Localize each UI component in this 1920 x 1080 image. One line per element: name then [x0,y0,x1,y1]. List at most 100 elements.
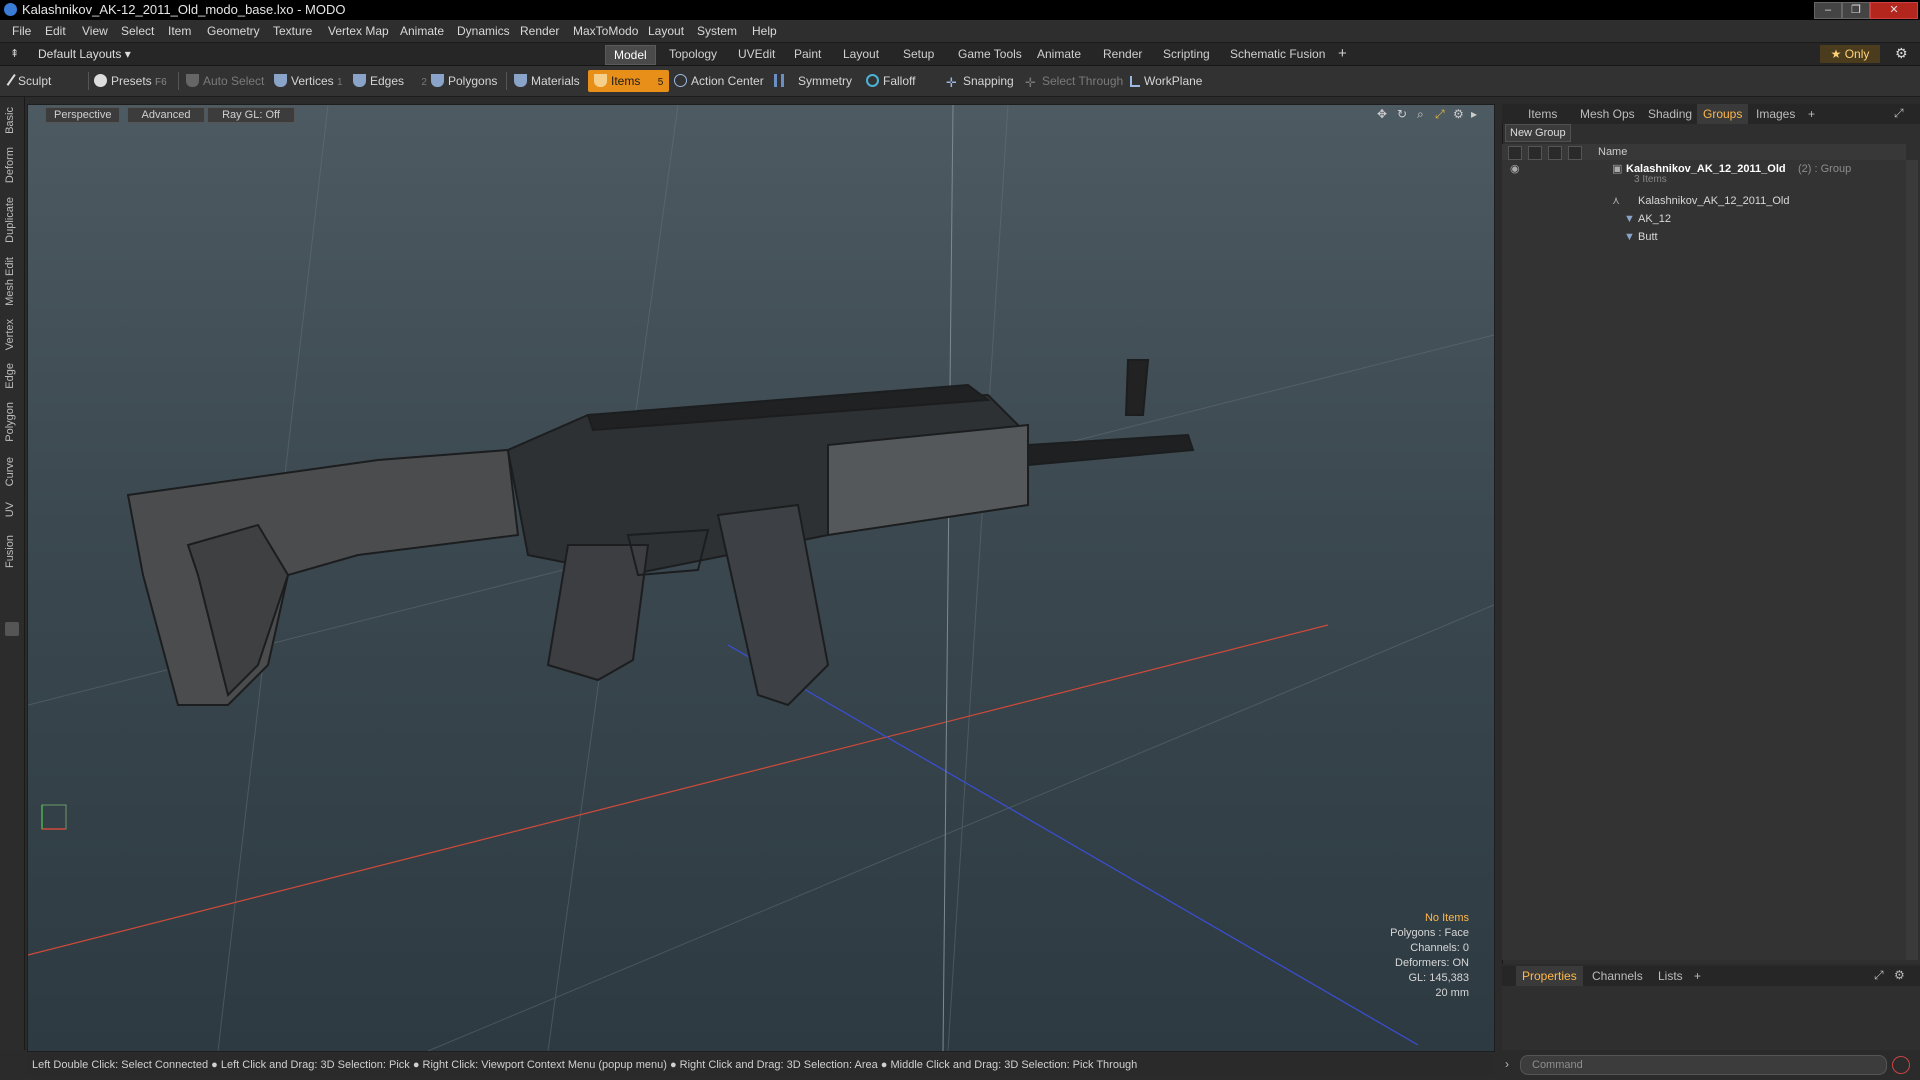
rotate-icon[interactable]: ↻ [1397,107,1407,121]
menu-select[interactable]: Select [121,20,154,42]
render-toggle-icon[interactable] [1528,146,1542,160]
zoom-icon[interactable]: ⌕ [1417,107,1424,122]
pan-icon[interactable]: ✥ [1377,107,1387,121]
auto-select-button[interactable]: Auto Select [186,70,264,92]
tab-items[interactable]: Items [1522,104,1563,124]
menu-system[interactable]: System [697,20,737,42]
menu-texture[interactable]: Texture [273,20,312,42]
tree-row-ak12[interactable]: ▼ AK_12 [1502,210,1906,228]
strip-tab-vertex[interactable]: Vertex [4,319,16,350]
snapping-button[interactable]: ✛ Snapping [946,70,1014,92]
strip-tab-mesh-edit[interactable]: Mesh Edit [4,257,16,306]
only-button[interactable]: ★ Only [1820,45,1880,63]
sculpt-button[interactable]: Sculpt [6,70,51,92]
collapse-arrow-icon[interactable]: ⇞ [10,47,19,60]
tab-render[interactable]: Render [1095,45,1150,63]
expand-right-icon[interactable]: ▸ [1471,107,1477,121]
properties-expand-icon[interactable]: ⤢ [1874,968,1884,983]
polygons-button[interactable]: Polygons [431,70,497,92]
menu-item[interactable]: Item [168,20,191,42]
view-perspective-dropdown[interactable]: Perspective [45,107,121,123]
3d-viewport[interactable]: No Items Polygons : Face Channels: 0 Def… [27,104,1495,1052]
divider [88,72,89,90]
tab-topology[interactable]: Topology [661,45,725,63]
tab-setup[interactable]: Setup [895,45,942,63]
presets-button[interactable]: Presets F6 [94,70,167,92]
default-layouts-dropdown[interactable]: Default Layouts ▾ [38,43,131,65]
tab-scripting[interactable]: Scripting [1155,45,1218,63]
tab-game-tools[interactable]: Game Tools [950,45,1030,63]
menu-geometry[interactable]: Geometry [207,20,260,42]
close-button[interactable]: ✕ [1870,2,1918,19]
materials-button[interactable]: Materials [514,70,580,92]
menu-edit[interactable]: Edit [45,20,66,42]
menu-render[interactable]: Render [520,20,559,42]
lock-toggle-icon[interactable] [1548,146,1562,160]
tab-paint[interactable]: Paint [786,45,829,63]
menu-help[interactable]: Help [752,20,777,42]
tree-row-locator[interactable]: ⋏ Kalashnikov_AK_12_2011_Old [1502,192,1906,210]
panel-expand-icon[interactable]: ⤢ [1894,106,1904,121]
tab-properties[interactable]: Properties [1516,966,1583,986]
menu-view[interactable]: View [82,20,108,42]
tree-row-butt[interactable]: ▼ Butt [1502,228,1906,246]
stat-polygons: Polygons : Face [1390,927,1469,939]
vertices-button[interactable]: Vertices 1 [274,70,343,92]
menu-vertex-map[interactable]: Vertex Map [328,20,389,42]
action-center-button[interactable]: Action Center [674,70,764,92]
strip-tab-basic[interactable]: Basic [4,107,16,134]
tab-uvedit[interactable]: UVEdit [730,45,783,63]
viewport-settings-icon[interactable]: ⚙ [1453,107,1464,121]
maximize-button[interactable]: ❐ [1842,2,1870,19]
root-group-count: 3 Items [1634,174,1667,185]
items-button[interactable]: Items 5 [588,70,670,92]
strip-toggle-button[interactable] [5,622,19,636]
menu-file[interactable]: File [12,20,31,42]
add-tab-button[interactable]: + [1330,45,1355,63]
strip-tab-curve[interactable]: Curve [4,457,16,486]
shading-advanced-dropdown[interactable]: Advanced [127,107,205,123]
symmetry-button[interactable]: Symmetry [774,70,852,92]
workplane-button[interactable]: WorkPlane [1130,70,1202,92]
strip-tab-edge[interactable]: Edge [4,363,16,389]
select-through-button[interactable]: ✛ Select Through [1025,70,1123,92]
raygl-dropdown[interactable]: Ray GL: Off [207,107,295,123]
tab-animate[interactable]: Animate [1029,45,1089,63]
gear-icon[interactable]: ⚙ [1895,45,1908,62]
properties-gear-icon[interactable]: ⚙ [1894,968,1905,982]
tab-layout[interactable]: Layout [835,45,887,63]
menu-layout[interactable]: Layout [648,20,684,42]
add-panel-tab-button[interactable]: + [1802,104,1821,124]
strip-tab-duplicate[interactable]: Duplicate [4,197,16,243]
name-column-header[interactable]: Name [1598,144,1627,160]
menu-dynamics[interactable]: Dynamics [457,20,510,42]
tab-groups[interactable]: Groups [1697,104,1749,124]
add-properties-tab-button[interactable]: + [1688,966,1707,986]
menu-maxtomodo[interactable]: MaxToModo [573,20,638,42]
strip-tab-deform[interactable]: Deform [4,147,16,183]
visibility-eye-icon[interactable] [1508,146,1522,160]
menu-animate[interactable]: Animate [400,20,444,42]
tree-row-root-group[interactable]: ◉ ▣ Kalashnikov_AK_12_2011_Old (2) : Gro… [1502,160,1906,178]
minimize-button[interactable]: – [1814,2,1842,19]
group-icon: ▣ [1612,163,1623,175]
record-icon[interactable] [1892,1056,1910,1074]
falloff-button[interactable]: Falloff [866,70,915,92]
tab-lists[interactable]: Lists [1652,966,1689,986]
strip-tab-polygon[interactable]: Polygon [4,402,16,442]
tab-mesh-ops[interactable]: Mesh Ops [1574,104,1641,124]
select-toggle-icon[interactable] [1568,146,1582,160]
strip-tab-uv[interactable]: UV [4,502,16,517]
tree-scrollbar[interactable] [1906,160,1918,960]
fit-icon[interactable]: ⤢ [1435,107,1445,122]
new-group-button[interactable]: New Group [1505,124,1571,142]
tab-shading[interactable]: Shading [1642,104,1698,124]
strip-tab-fusion[interactable]: Fusion [4,535,16,568]
command-expand-icon[interactable]: › [1505,1057,1509,1071]
tab-images[interactable]: Images [1750,104,1801,124]
tab-model[interactable]: Model [605,45,656,65]
eye-icon[interactable]: ◉ [1510,160,1520,178]
tab-schematic-fusion[interactable]: Schematic Fusion [1222,45,1333,63]
tab-channels[interactable]: Channels [1586,966,1649,986]
edges-button[interactable]: Edges 2 [353,70,427,92]
